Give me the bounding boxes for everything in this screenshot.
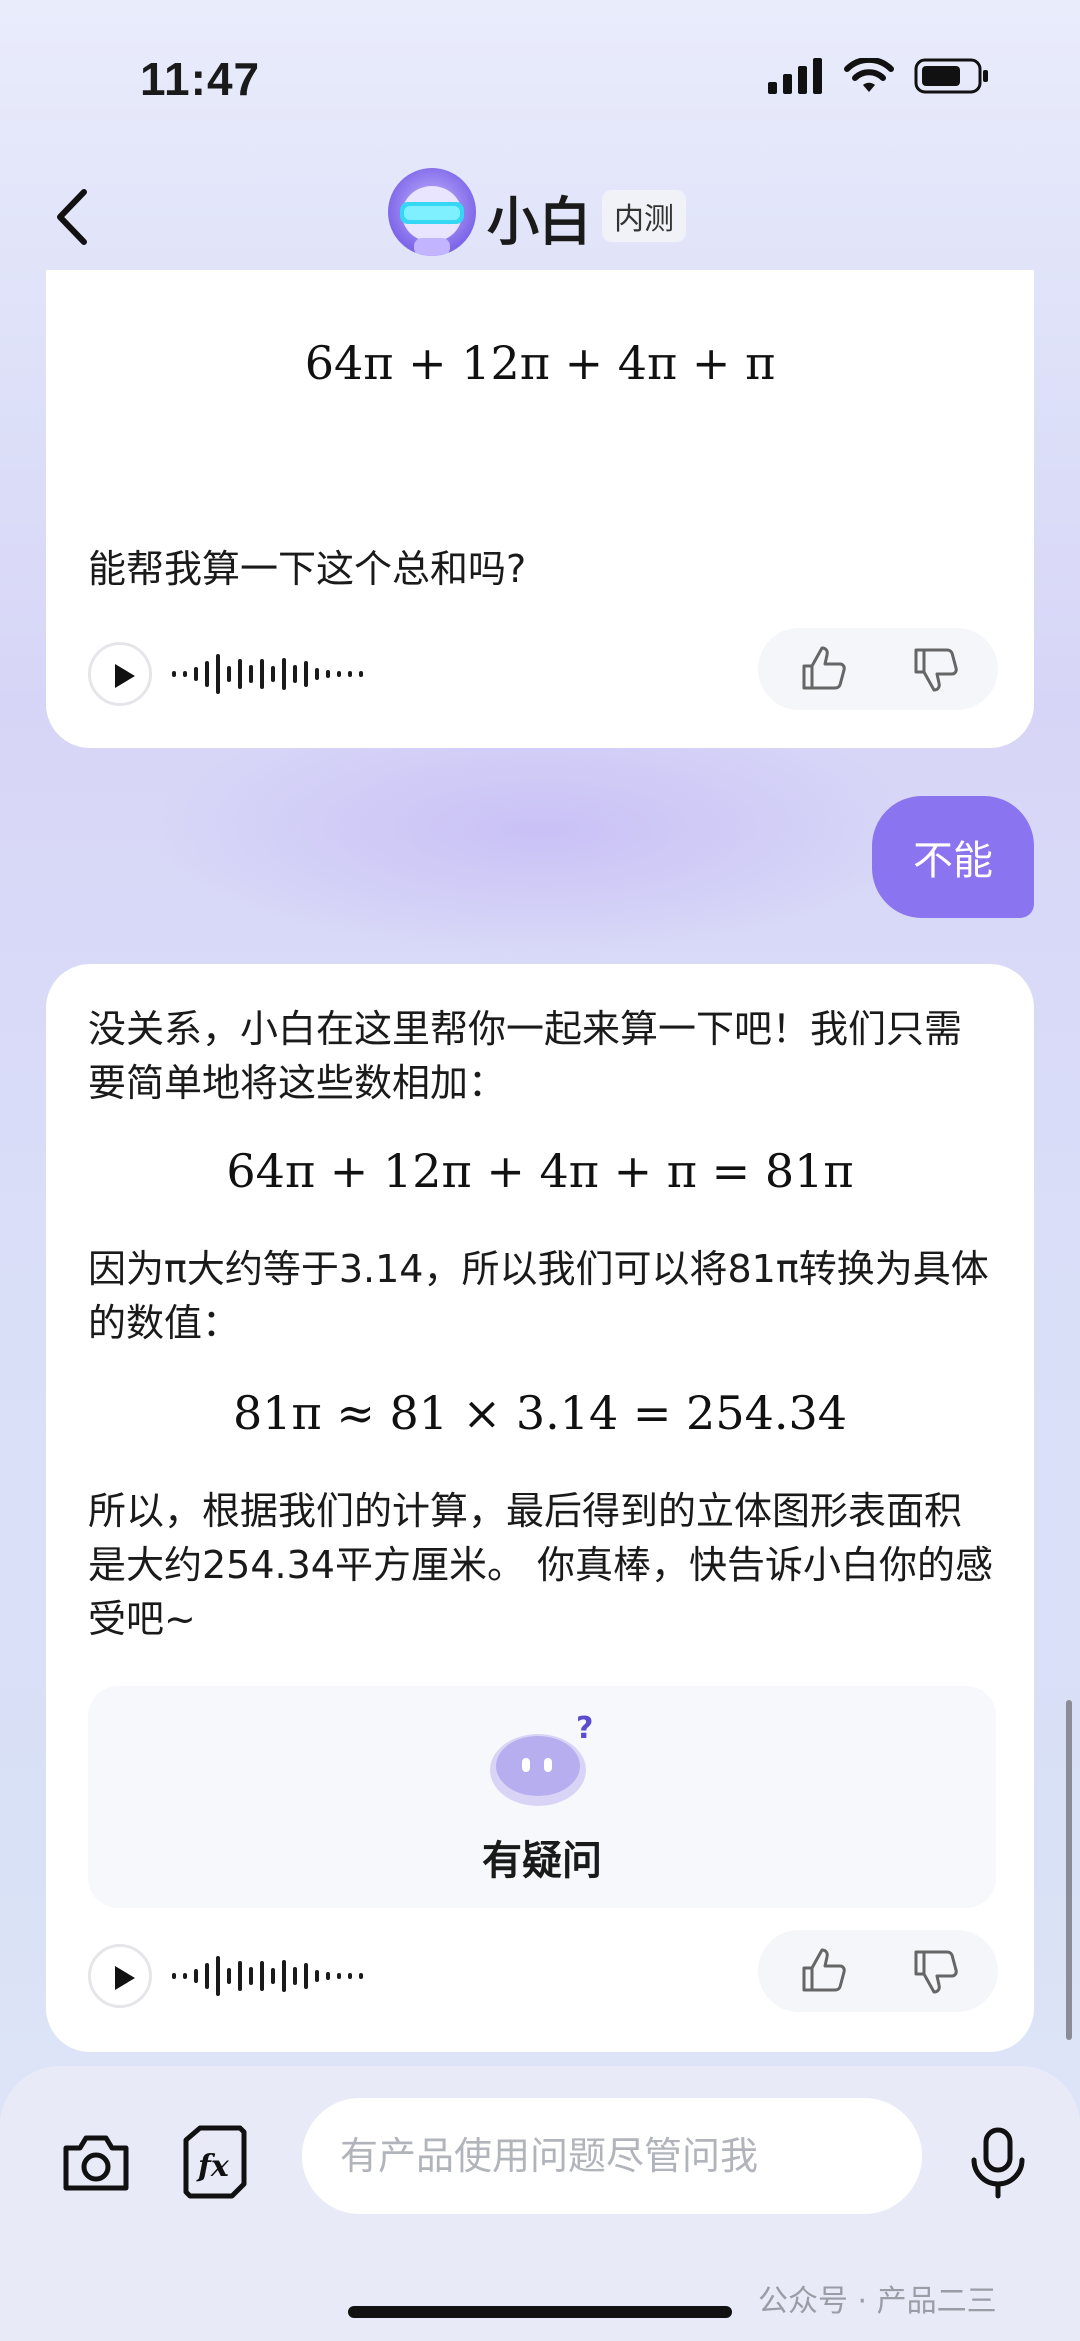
wifi-icon: [844, 58, 894, 92]
home-indicator[interactable]: [348, 2306, 732, 2318]
avatar[interactable]: [388, 168, 476, 256]
waveform: [172, 1936, 363, 2016]
vote-group: [758, 628, 998, 710]
answer-paragraph-2: 因为π大约等于3.14，所以我们可以将81π转换为具体的数值：: [88, 1247, 989, 1345]
formula-icon[interactable]: fx: [176, 2122, 256, 2202]
status-icons: [768, 58, 990, 94]
waveform: [172, 634, 363, 714]
thumbs-up-icon[interactable]: [796, 1944, 850, 1998]
camera-icon[interactable]: [56, 2122, 136, 2202]
thumbs-down-icon[interactable]: [908, 642, 962, 696]
status-time: 11:47: [140, 53, 261, 105]
beta-badge: 内测: [602, 190, 686, 242]
formula-numeric: 81π ≈ 81 × 3.14 = 254.34: [232, 1386, 848, 1440]
status-bar: 11:47: [0, 0, 1080, 160]
formula-sum-result: 64π + 12π + 4π + π = 81π: [226, 1144, 854, 1198]
user-message-bubble: 不能: [872, 796, 1034, 918]
user-message-text: 不能: [913, 838, 993, 884]
svg-text:fx: fx: [196, 2149, 230, 2184]
answer-paragraph-1: 没关系，小白在这里帮你一起来算一下吧！我们只需要简单地将这些数相加：: [88, 1007, 963, 1105]
assistant-answer-card: 没关系，小白在这里帮你一起来算一下吧！我们只需要简单地将这些数相加： 64π +…: [46, 964, 1034, 2052]
message-input[interactable]: [340, 2128, 900, 2184]
audio-feedback-row: [88, 628, 998, 714]
formula-sum: 64π + 12π + 4π + π: [304, 336, 776, 390]
play-icon[interactable]: [88, 1944, 152, 2008]
svg-text:?: ?: [576, 1711, 593, 1746]
battery-icon: [914, 58, 988, 94]
vote-group: [758, 1930, 998, 2012]
chat-header: 小白 内测: [0, 160, 1080, 270]
doubt-label: 有疑问: [482, 1838, 602, 1884]
message-input-container: [302, 2098, 922, 2214]
robot-avatar-icon: [400, 186, 464, 256]
play-icon[interactable]: [88, 642, 152, 706]
page-title: 小白: [487, 193, 592, 253]
audio-feedback-row: [88, 1930, 998, 2016]
signal-icon: [768, 58, 822, 94]
doubt-button[interactable]: ? 有疑问: [88, 1686, 996, 1908]
back-icon[interactable]: [44, 182, 104, 252]
thumbs-down-icon[interactable]: [908, 1944, 962, 1998]
scrollbar[interactable]: [1066, 1700, 1072, 2040]
message-question: 能帮我算一下这个总和吗?: [88, 547, 527, 591]
question-mascot-icon: ?: [490, 1711, 593, 1806]
thumbs-up-icon[interactable]: [796, 642, 850, 696]
assistant-message-card: 64π + 12π + 4π + π 能帮我算一下这个总和吗?: [46, 270, 1034, 748]
answer-paragraph-3: 所以，根据我们的计算，最后得到的立体图形表面积是大约254.34平方厘米。 你真…: [88, 1489, 994, 1641]
microphone-icon[interactable]: [958, 2122, 1038, 2202]
watermark: 公众号 · 产品二三: [758, 2284, 997, 2319]
